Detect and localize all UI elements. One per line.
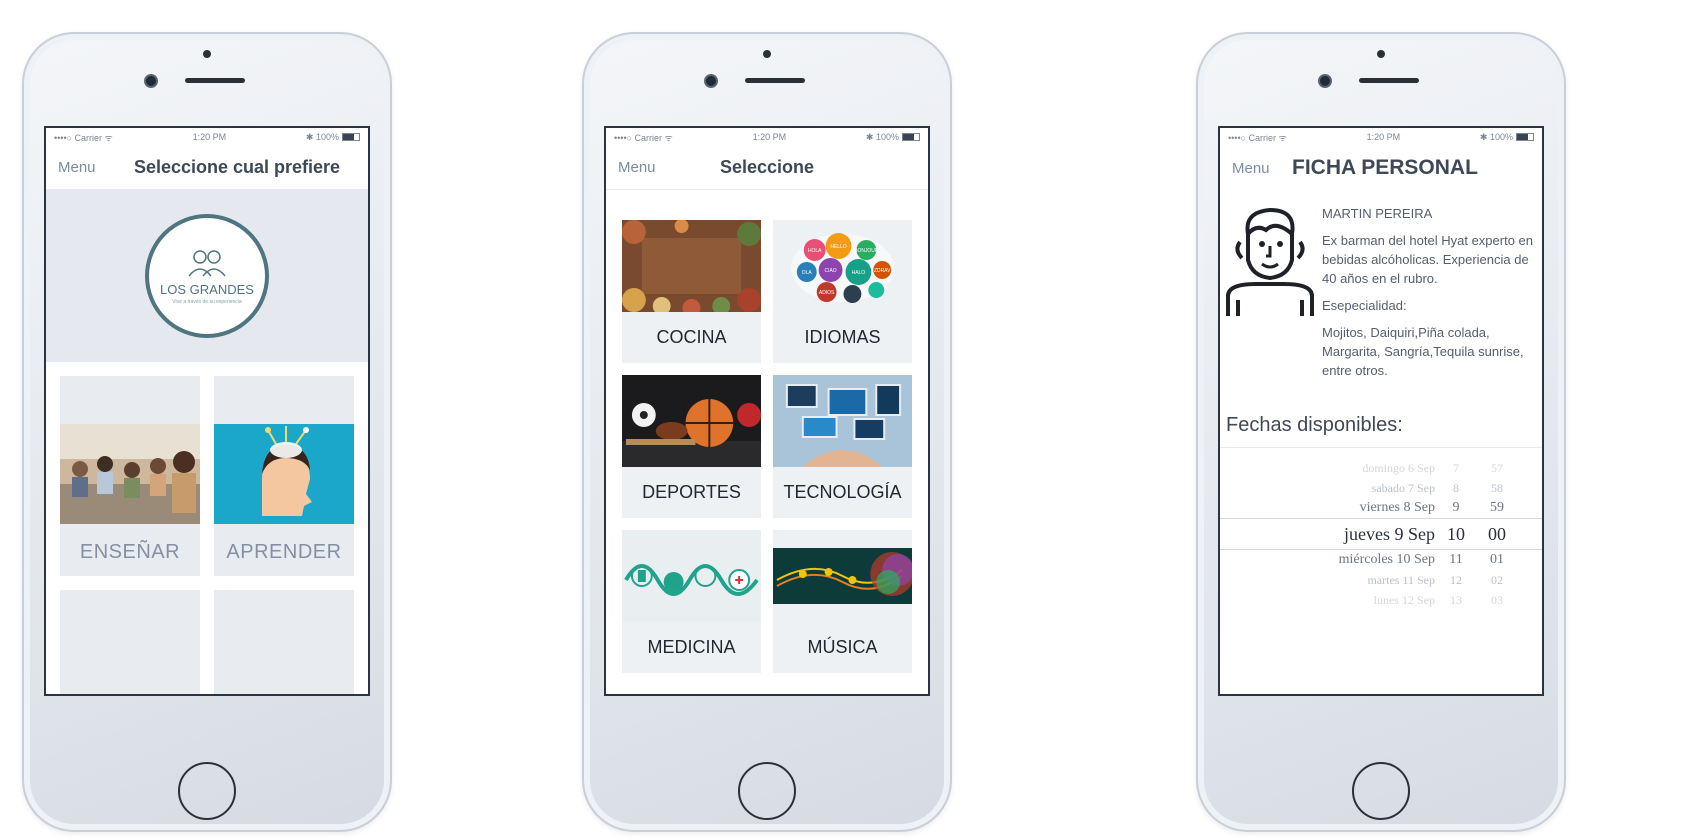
specialty-text: Mojitos, Daiquiri,Piña colada, Margarita… [1322,325,1524,378]
date-time-picker[interactable]: domingo 6 Sep 7 57 sabado 7 Sep 8 58 viernes… [1220,447,1542,610]
nav-bar: Menu Seleccione cual prefiere [46,146,368,190]
language-word: ZDRAV [874,268,891,274]
logo-text: LOS GRANDES [160,281,254,297]
sensor-dot [763,50,771,58]
logo-tagline: Vive a través de su experiencia [172,298,242,305]
food-table-image [622,219,761,317]
profile-section: MARTIN PEREIRA Ex barman del hotel Hyat … [1220,190,1542,388]
option-card-placeholder[interactable] [214,590,354,694]
home-button[interactable] [1352,762,1410,820]
learning-head-image [214,424,354,529]
language-word: CIAO [825,268,837,274]
front-camera [144,74,158,88]
earpiece-speaker [1359,78,1419,83]
menu-button[interactable]: Menu [1232,160,1270,177]
language-bubbles-image: HOLA HELLO BONJOUR OLA CIAO HALO ZDRAV ADIOS [773,220,912,312]
status-bar: ••••○ Carrier ᯤ 1:20 PM ✱ 100% [606,128,928,146]
specialty-label: Esepecialidad: [1322,298,1407,313]
option-card-placeholder[interactable] [60,590,200,694]
screen-home: ••••○ Carrier ᯤ 1:20 PM ✱ 100% Menu Sele… [44,126,370,696]
nav-bar: Menu Seleccione [606,146,928,190]
clock-label: 1:20 PM [192,132,227,142]
sensor-dot [203,50,211,58]
person-bio: Ex barman del hotel Hyat experto en bebi… [1322,233,1534,286]
clock-label: 1:20 PM [752,132,787,142]
home-button[interactable] [738,762,796,820]
screen-categories: ••••○ Carrier ᯤ 1:20 PM ✱ 100% Menu Sele… [604,126,930,696]
battery-icon [341,133,360,142]
menu-button[interactable]: Menu [618,159,656,176]
battery-indicator: ✱ 100% [866,132,920,143]
classroom-image [60,424,200,529]
battery-indicator: ✱ 100% [1480,132,1534,143]
music-notes-image [773,530,914,622]
category-label-idiomas: IDIOMAS [804,327,881,347]
category-card-idiomas[interactable]: HOLA HELLO BONJOUR OLA CIAO HALO ZDRAV ADIOS ID… [773,220,912,363]
los-grandes-logo: LOS GRANDES Vive a través de su experien… [145,214,269,338]
nav-bar: Menu FICHA PERSONAL [1220,146,1542,190]
battery-icon [901,133,920,142]
profile-info: MARTIN PEREIRA Ex barman del hotel Hyat … [1316,204,1536,388]
option-label-ensenar: ENSEÑAR [79,541,181,563]
category-label-deportes: DEPORTES [642,482,741,502]
option-card-aprender[interactable]: APRENDER [214,376,354,576]
language-word: ADIOS [819,290,835,296]
category-label-musica: MÚSICA [807,637,878,657]
picker-row[interactable]: miércoles 10 Sep 11 01 [1220,550,1542,570]
category-label-medicina: MEDICINA [647,637,736,657]
phone-mockup-1: ••••○ Carrier ᯤ 1:20 PM ✱ 100% Menu Sele… [22,32,392,832]
earpiece-speaker [185,78,245,83]
front-camera [1318,74,1332,88]
category-card-cocina[interactable]: COCINA [622,219,761,363]
front-camera [704,74,718,88]
sensor-dot [1377,50,1385,58]
home-button[interactable] [178,762,236,820]
menu-button[interactable]: Menu [58,159,96,176]
carrier-label: ••••○ Carrier ᯤ [614,132,673,143]
battery-indicator: ✱ 100% [306,132,360,143]
language-word: OLA [802,270,813,276]
phone-mockup-3: ••••○ Carrier ᯤ 1:20 PM ✱ 100% Menu FICH… [1196,32,1566,832]
category-card-medicina[interactable]: MEDICINA [622,530,761,673]
screen-profile: ••••○ Carrier ᯤ 1:20 PM ✱ 100% Menu FICH… [1218,126,1544,696]
sports-balls-image [622,375,761,467]
language-word: HALO [852,270,866,276]
picker-row[interactable]: viernes 8 Sep 9 59 [1220,498,1542,518]
users-icon [188,249,226,276]
picker-row[interactable]: martes 11 Sep 12 02 [1220,570,1542,590]
category-card-deportes[interactable]: DEPORTES [622,375,761,518]
language-word: HOLA [808,248,822,254]
category-card-musica[interactable]: MÚSICA [773,530,914,673]
earpiece-speaker [745,78,805,83]
picker-row[interactable]: domingo 6 Sep 7 57 [1220,458,1542,478]
category-grid: COCINA HOLA HELLO BONJOUR OLA CIAO HALO … [606,190,928,694]
status-bar: ••••○ Carrier ᯤ 1:20 PM ✱ 100% [46,128,368,146]
carrier-label: ••••○ Carrier ᯤ [54,132,113,143]
medical-icons-image [622,530,761,622]
picker-row[interactable]: sabado 7 Sep 8 58 [1220,478,1542,498]
logo-banner: LOS GRANDES Vive a través de su experien… [46,190,368,362]
picker-row[interactable]: lunes 12 Sep 13 03 [1220,590,1542,610]
dates-heading: Fechas disponibles: [1226,414,1403,436]
category-label-tecnologia: TECNOLOGÍA [783,482,902,502]
devices-hand-image [773,375,912,467]
clock-label: 1:20 PM [1366,132,1401,142]
person-avatar-icon [1226,204,1316,316]
phone-mockup-2: ••••○ Carrier ᯤ 1:20 PM ✱ 100% Menu Sele… [582,32,952,832]
option-grid: ENSEÑAR APRENDER [46,362,368,694]
option-card-ensenar[interactable]: ENSEÑAR [60,376,200,576]
person-name: MARTIN PEREIRA [1322,206,1433,221]
option-label-aprender: APRENDER [226,541,342,563]
picker-row-selected[interactable]: jueves 9 Sep 10 00 [1220,518,1542,550]
category-label-cocina: COCINA [656,327,727,347]
category-card-tecnologia[interactable]: TECNOLOGÍA [773,375,912,518]
battery-icon [1515,133,1534,142]
carrier-label: ••••○ Carrier ᯤ [1228,132,1287,143]
language-word: BONJOUR [854,248,879,254]
language-word: HELLO [830,244,846,250]
status-bar: ••••○ Carrier ᯤ 1:20 PM ✱ 100% [1220,128,1542,146]
